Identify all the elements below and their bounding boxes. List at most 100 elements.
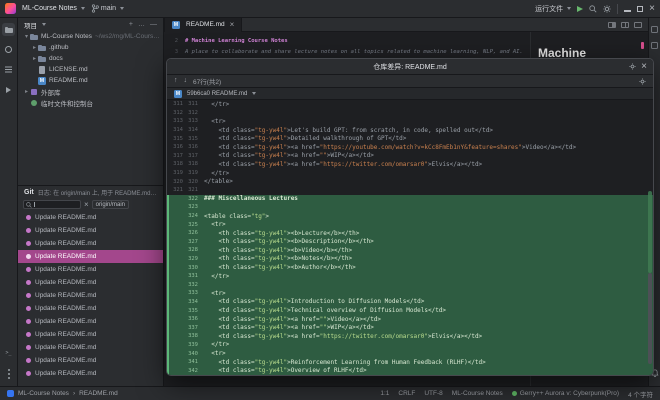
diff-line[interactable]: 312312 bbox=[167, 109, 653, 118]
diff-line[interactable]: 326 <th class="tg-yw4l"><b>Lecture</b></… bbox=[167, 229, 653, 238]
editor-only-button[interactable] bbox=[634, 22, 642, 28]
error-stripe-marker[interactable] bbox=[641, 42, 644, 49]
status-item-encoding[interactable]: UTF-8 bbox=[424, 390, 442, 397]
tree-item[interactable]: 临时文件和控制台 bbox=[18, 97, 163, 108]
hide-panel-button[interactable]: — bbox=[150, 20, 157, 30]
diff-scrollbar[interactable] bbox=[647, 100, 652, 375]
diff-line[interactable]: 328 <th class="tg-yw4l"><b>Video</b></th… bbox=[167, 246, 653, 255]
commit-row[interactable]: Update README.md bbox=[18, 315, 163, 328]
diff-line[interactable]: 339 </tr> bbox=[167, 341, 653, 350]
branch-switcher[interactable]: main bbox=[91, 4, 124, 13]
minimize-button[interactable] bbox=[624, 10, 631, 12]
diff-dialog-titlebar[interactable]: 仓库差异: README.md × bbox=[167, 59, 653, 75]
status-item-project[interactable]: ML-Course Notes bbox=[452, 390, 503, 397]
diff-line[interactable]: 337 <td class="tg-yw4l"><a href="">WIP</… bbox=[167, 323, 653, 332]
diff-line[interactable]: 336 <td class="tg-yw4l"><a href="">Video… bbox=[167, 315, 653, 324]
diff-file-header[interactable]: 59b6ca0 README.md bbox=[167, 88, 653, 100]
run-button[interactable] bbox=[577, 6, 583, 12]
diff-line[interactable]: 335 <td class="tg-yw4l">Technical overvi… bbox=[167, 306, 653, 315]
status-item-chars[interactable]: 4 个字符 bbox=[628, 389, 653, 399]
commit-row[interactable]: Update README.md bbox=[18, 211, 163, 224]
diff-line[interactable]: 325 <tr> bbox=[167, 220, 653, 229]
expand-all-button[interactable]: + bbox=[129, 20, 133, 30]
run-config-selector[interactable]: 运行文件 bbox=[535, 4, 571, 14]
diff-content[interactable]: 311311 </tr>312312313313 <tr>314314 <td … bbox=[167, 100, 653, 375]
diff-line[interactable]: 311311 </tr> bbox=[167, 100, 653, 109]
diff-line[interactable]: 330 <th class="tg-yw4l"><b>Author</b></t… bbox=[167, 263, 653, 272]
run-tool-button[interactable] bbox=[2, 83, 15, 96]
settings-button[interactable] bbox=[603, 5, 611, 13]
tree-item[interactable]: README.md bbox=[18, 75, 163, 86]
commit-row[interactable]: Update README.md bbox=[18, 237, 163, 250]
tree-item[interactable]: ▸.github bbox=[18, 42, 163, 53]
diff-settings-icon[interactable] bbox=[629, 63, 636, 70]
diff-line[interactable]: 331 </tr> bbox=[167, 272, 653, 281]
commit-row[interactable]: Update README.md bbox=[18, 354, 163, 367]
diff-line[interactable]: 315315 <td class="tg-yw4l">Detailed walk… bbox=[167, 134, 653, 143]
search-button[interactable] bbox=[589, 5, 597, 13]
project-tool-button[interactable] bbox=[2, 23, 15, 36]
project-switcher[interactable]: ML-Course Notes bbox=[22, 5, 85, 12]
structure-tool-button[interactable] bbox=[2, 63, 15, 76]
diff-line[interactable]: 317317 <td class="tg-yw4l"><a href="">WI… bbox=[167, 152, 653, 161]
tree-item[interactable]: ▾ML-Course Notes~/ws2/mg/ML-Course Notes bbox=[18, 31, 163, 42]
diff-options-icon[interactable] bbox=[639, 78, 646, 85]
next-change-button[interactable]: ↓ bbox=[184, 76, 188, 86]
tree-item[interactable]: LICENSE.md bbox=[18, 64, 163, 75]
diff-line[interactable]: 324<table class="tg"> bbox=[167, 212, 653, 221]
more-tools-button[interactable] bbox=[2, 367, 15, 380]
options-button[interactable]: … bbox=[138, 20, 145, 30]
maximize-button[interactable] bbox=[637, 6, 643, 12]
tab-readme[interactable]: README.md × bbox=[164, 18, 242, 32]
status-item-theme[interactable]: Gerry++ Aurora v: Cyberpunk(Pro) bbox=[512, 390, 619, 397]
previous-change-button[interactable]: ↑ bbox=[174, 76, 178, 86]
diff-line[interactable]: 333 <tr> bbox=[167, 289, 653, 298]
commit-row[interactable]: Update README.md bbox=[18, 302, 163, 315]
diff-line[interactable]: 314314 <td class="tg-yw4l">Let's build G… bbox=[167, 126, 653, 135]
clear-filter-button[interactable]: × bbox=[84, 201, 89, 209]
branch-filter[interactable]: origin/main bbox=[92, 200, 129, 209]
tree-item[interactable]: ▸外部库 bbox=[18, 86, 163, 97]
commit-row[interactable]: Update README.md bbox=[18, 367, 163, 380]
split-view-button[interactable] bbox=[621, 22, 629, 28]
diff-line[interactable]: 341 <td class="tg-yw4l">Reinforcement Le… bbox=[167, 358, 653, 367]
commit-row[interactable]: Update README.md bbox=[18, 328, 163, 341]
commit-row[interactable]: Update README.md bbox=[18, 263, 163, 276]
diff-line[interactable]: 334 <td class="tg-yw4l">Introduction to … bbox=[167, 298, 653, 307]
preview-only-button[interactable] bbox=[608, 22, 616, 28]
close-tab-icon[interactable]: × bbox=[230, 21, 235, 29]
terminal-tool-button[interactable]: >_ bbox=[2, 347, 15, 360]
status-item-caret-position[interactable]: 1:1 bbox=[380, 390, 389, 397]
diff-line[interactable]: 332 bbox=[167, 280, 653, 289]
breadcrumb-file[interactable]: README.md bbox=[79, 390, 118, 397]
commit-row[interactable]: Update README.md bbox=[18, 289, 163, 302]
diff-line[interactable]: 342 <td class="tg-yw4l">Overview of RLHF… bbox=[167, 366, 653, 375]
diff-line[interactable]: 323 bbox=[167, 203, 653, 212]
diff-line[interactable]: 313313 <tr> bbox=[167, 117, 653, 126]
diff-line[interactable]: 338 <td class="tg-yw4l"><a href="https:/… bbox=[167, 332, 653, 341]
diff-line[interactable]: 319319 </tr> bbox=[167, 169, 653, 178]
scrollbar-thumb[interactable] bbox=[648, 273, 652, 364]
commit-row[interactable]: Update README.md bbox=[18, 250, 163, 263]
diff-line[interactable]: 340 <tr> bbox=[167, 349, 653, 358]
notifications-tool-button[interactable] bbox=[651, 26, 658, 33]
diff-line[interactable]: 318318 <td class="tg-yw4l"><a href="http… bbox=[167, 160, 653, 169]
status-item-line-ending[interactable]: CRLF bbox=[398, 390, 415, 397]
diff-line[interactable]: 320320</table> bbox=[167, 177, 653, 186]
breadcrumb-project[interactable]: ML-Course Notes bbox=[18, 390, 69, 397]
diff-line[interactable]: 329 <th class="tg-yw4l"><b>Notes</b></th… bbox=[167, 255, 653, 264]
diff-line[interactable]: 322### Miscellaneous Lectures bbox=[167, 195, 653, 204]
commit-row[interactable]: Update README.md bbox=[18, 276, 163, 289]
close-button[interactable]: × bbox=[649, 5, 655, 13]
commit-row[interactable]: Update README.md bbox=[18, 341, 163, 354]
diff-close-button[interactable]: × bbox=[641, 63, 647, 71]
diff-line[interactable]: 327 <th class="tg-yw4l"><b>Description</… bbox=[167, 238, 653, 247]
commit-tool-button[interactable] bbox=[2, 43, 15, 56]
commit-search-input[interactable] bbox=[23, 200, 81, 209]
commit-row[interactable]: Update README.md bbox=[18, 224, 163, 237]
git-tab-label[interactable]: Git bbox=[24, 189, 34, 196]
tree-item[interactable]: ▸docs bbox=[18, 53, 163, 64]
diff-line[interactable]: 316316 <td class="tg-yw4l"><a href="http… bbox=[167, 143, 653, 152]
gradle-tool-button[interactable] bbox=[651, 42, 658, 49]
diff-line[interactable]: 321321 bbox=[167, 186, 653, 195]
